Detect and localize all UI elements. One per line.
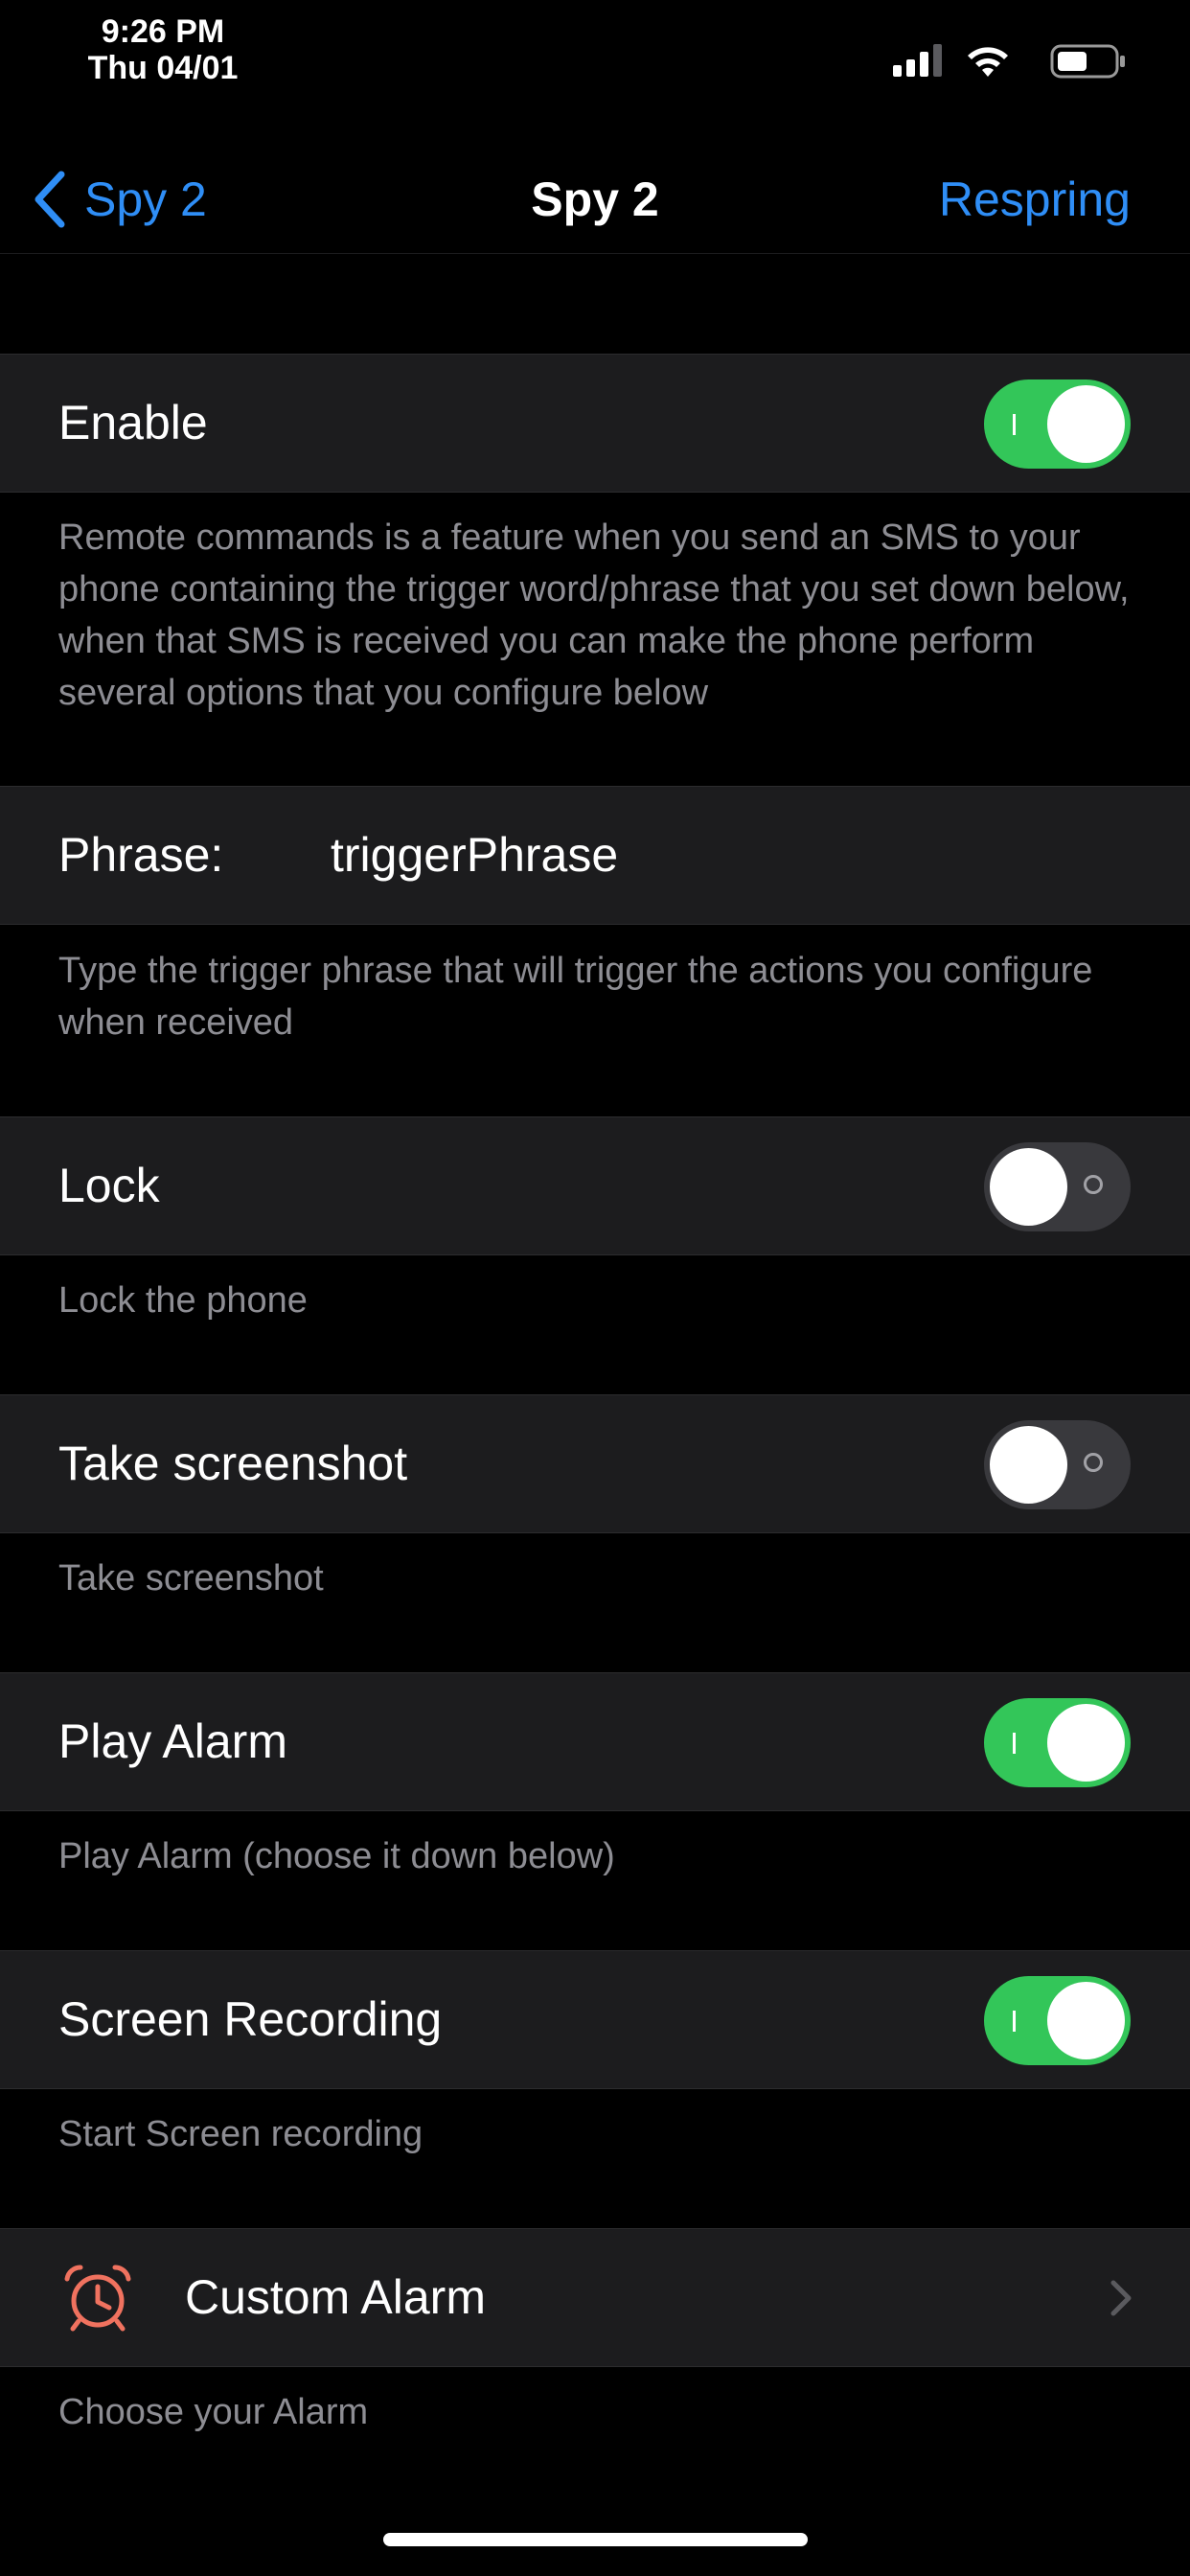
alarm-clock-icon	[64, 2265, 131, 2332]
enable-footer: Remote commands is a feature when you se…	[58, 518, 1130, 713]
enable-switch[interactable]	[984, 380, 1131, 469]
chevron-right-icon	[1110, 2280, 1132, 2316]
switch-on-mark	[1013, 1733, 1016, 1754]
back-button[interactable]: Spy 2	[33, 161, 207, 238]
home-indicator[interactable]	[383, 2533, 808, 2546]
switch-off-mark	[1084, 1453, 1103, 1472]
switch-knob	[990, 1426, 1067, 1504]
status-time: 9:26 PM	[101, 13, 225, 50]
switch-off-mark	[1084, 1175, 1103, 1194]
play-alarm-switch[interactable]	[984, 1698, 1131, 1787]
play-alarm-label: Play Alarm	[58, 1714, 287, 1768]
lock-switch[interactable]	[984, 1142, 1131, 1231]
screen-recording-footer: Start Screen recording	[58, 2114, 423, 2154]
play-alarm-cell: Play Alarm	[0, 1672, 1190, 1811]
enable-cell: Enable	[0, 354, 1190, 493]
switch-knob	[1047, 1704, 1125, 1782]
screen-recording-label: Screen Recording	[58, 1992, 443, 2046]
lock-cell: Lock	[0, 1116, 1190, 1255]
custom-alarm-label: Custom Alarm	[185, 2270, 486, 2324]
switch-on-mark	[1013, 2011, 1016, 2032]
status-date: Thu 04/01	[87, 50, 239, 86]
status-bar: 9:26 PM Thu 04/01	[0, 0, 1190, 105]
switch-knob	[1047, 385, 1125, 463]
switch-knob	[1047, 1982, 1125, 2059]
lock-label: Lock	[58, 1159, 160, 1212]
chevron-left-icon	[34, 171, 65, 228]
wifi-icon	[968, 47, 1008, 77]
switch-knob	[990, 1148, 1067, 1226]
cellular-signal-icon	[893, 44, 942, 77]
phrase-cell: Phrase: triggerPhrase	[0, 786, 1190, 925]
lock-footer: Lock the phone	[58, 1280, 308, 1321]
navigation-bar: Spy 2 Spy 2 Respring	[0, 105, 1190, 254]
custom-alarm-footer: Choose your Alarm	[58, 2392, 369, 2432]
switch-on-mark	[1013, 414, 1016, 435]
screenshot-cell: Take screenshot	[0, 1394, 1190, 1533]
phrase-label: Phrase:	[58, 828, 224, 882]
respring-button[interactable]: Respring	[939, 161, 1131, 238]
battery-icon	[1050, 44, 1125, 79]
play-alarm-footer: Play Alarm (choose it down below)	[58, 1836, 615, 1876]
screenshot-footer: Take screenshot	[58, 1558, 324, 1598]
back-button-label: Spy 2	[84, 172, 207, 226]
page-title: Spy 2	[531, 172, 659, 226]
phrase-input[interactable]: triggerPhrase	[331, 787, 618, 924]
screen-recording-switch[interactable]	[984, 1976, 1131, 2065]
screen-recording-cell: Screen Recording	[0, 1950, 1190, 2089]
enable-label: Enable	[58, 396, 208, 449]
screenshot-switch[interactable]	[984, 1420, 1131, 1509]
custom-alarm-cell[interactable]: Custom Alarm	[0, 2228, 1190, 2367]
phrase-footer: Type the trigger phrase that will trigge…	[58, 951, 1093, 1043]
screenshot-label: Take screenshot	[58, 1437, 408, 1490]
